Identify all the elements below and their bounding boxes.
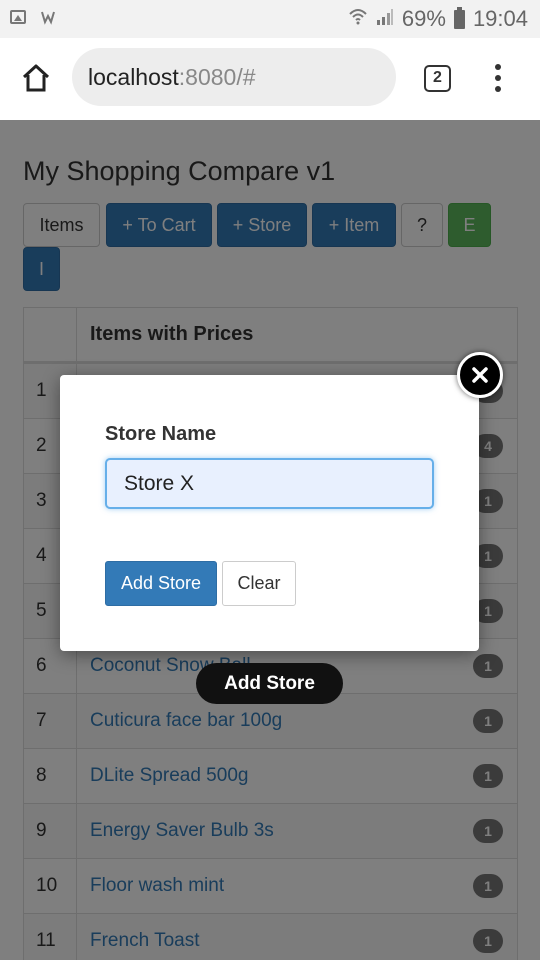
image-icon xyxy=(10,10,26,24)
toast-message: Add Store xyxy=(196,663,343,704)
wifi-icon xyxy=(348,6,368,32)
address-bar[interactable]: localhost:8080/# xyxy=(72,48,396,106)
store-name-input[interactable] xyxy=(105,458,434,509)
battery-percent: 69% xyxy=(401,6,446,31)
overflow-menu-icon[interactable] xyxy=(490,64,506,94)
battery-icon xyxy=(453,6,465,29)
browser-toolbar: localhost:8080/# 2 xyxy=(0,38,540,120)
close-icon[interactable] xyxy=(457,352,503,398)
add-store-button[interactable]: Add Store xyxy=(105,561,217,606)
notification-icon xyxy=(40,10,56,26)
signal-icon xyxy=(376,6,394,32)
clear-button[interactable]: Clear xyxy=(222,561,296,606)
status-bar: 69% 19:04 xyxy=(0,0,540,38)
home-icon[interactable] xyxy=(20,62,52,94)
url-path: :8080/# xyxy=(178,64,256,90)
add-store-modal: Store Name Add Store Clear xyxy=(60,375,479,651)
tab-switcher-button[interactable]: 2 xyxy=(424,65,451,92)
url-host: localhost xyxy=(88,64,179,90)
store-name-label: Store Name xyxy=(105,423,217,445)
clock: 19:04 xyxy=(472,6,528,31)
